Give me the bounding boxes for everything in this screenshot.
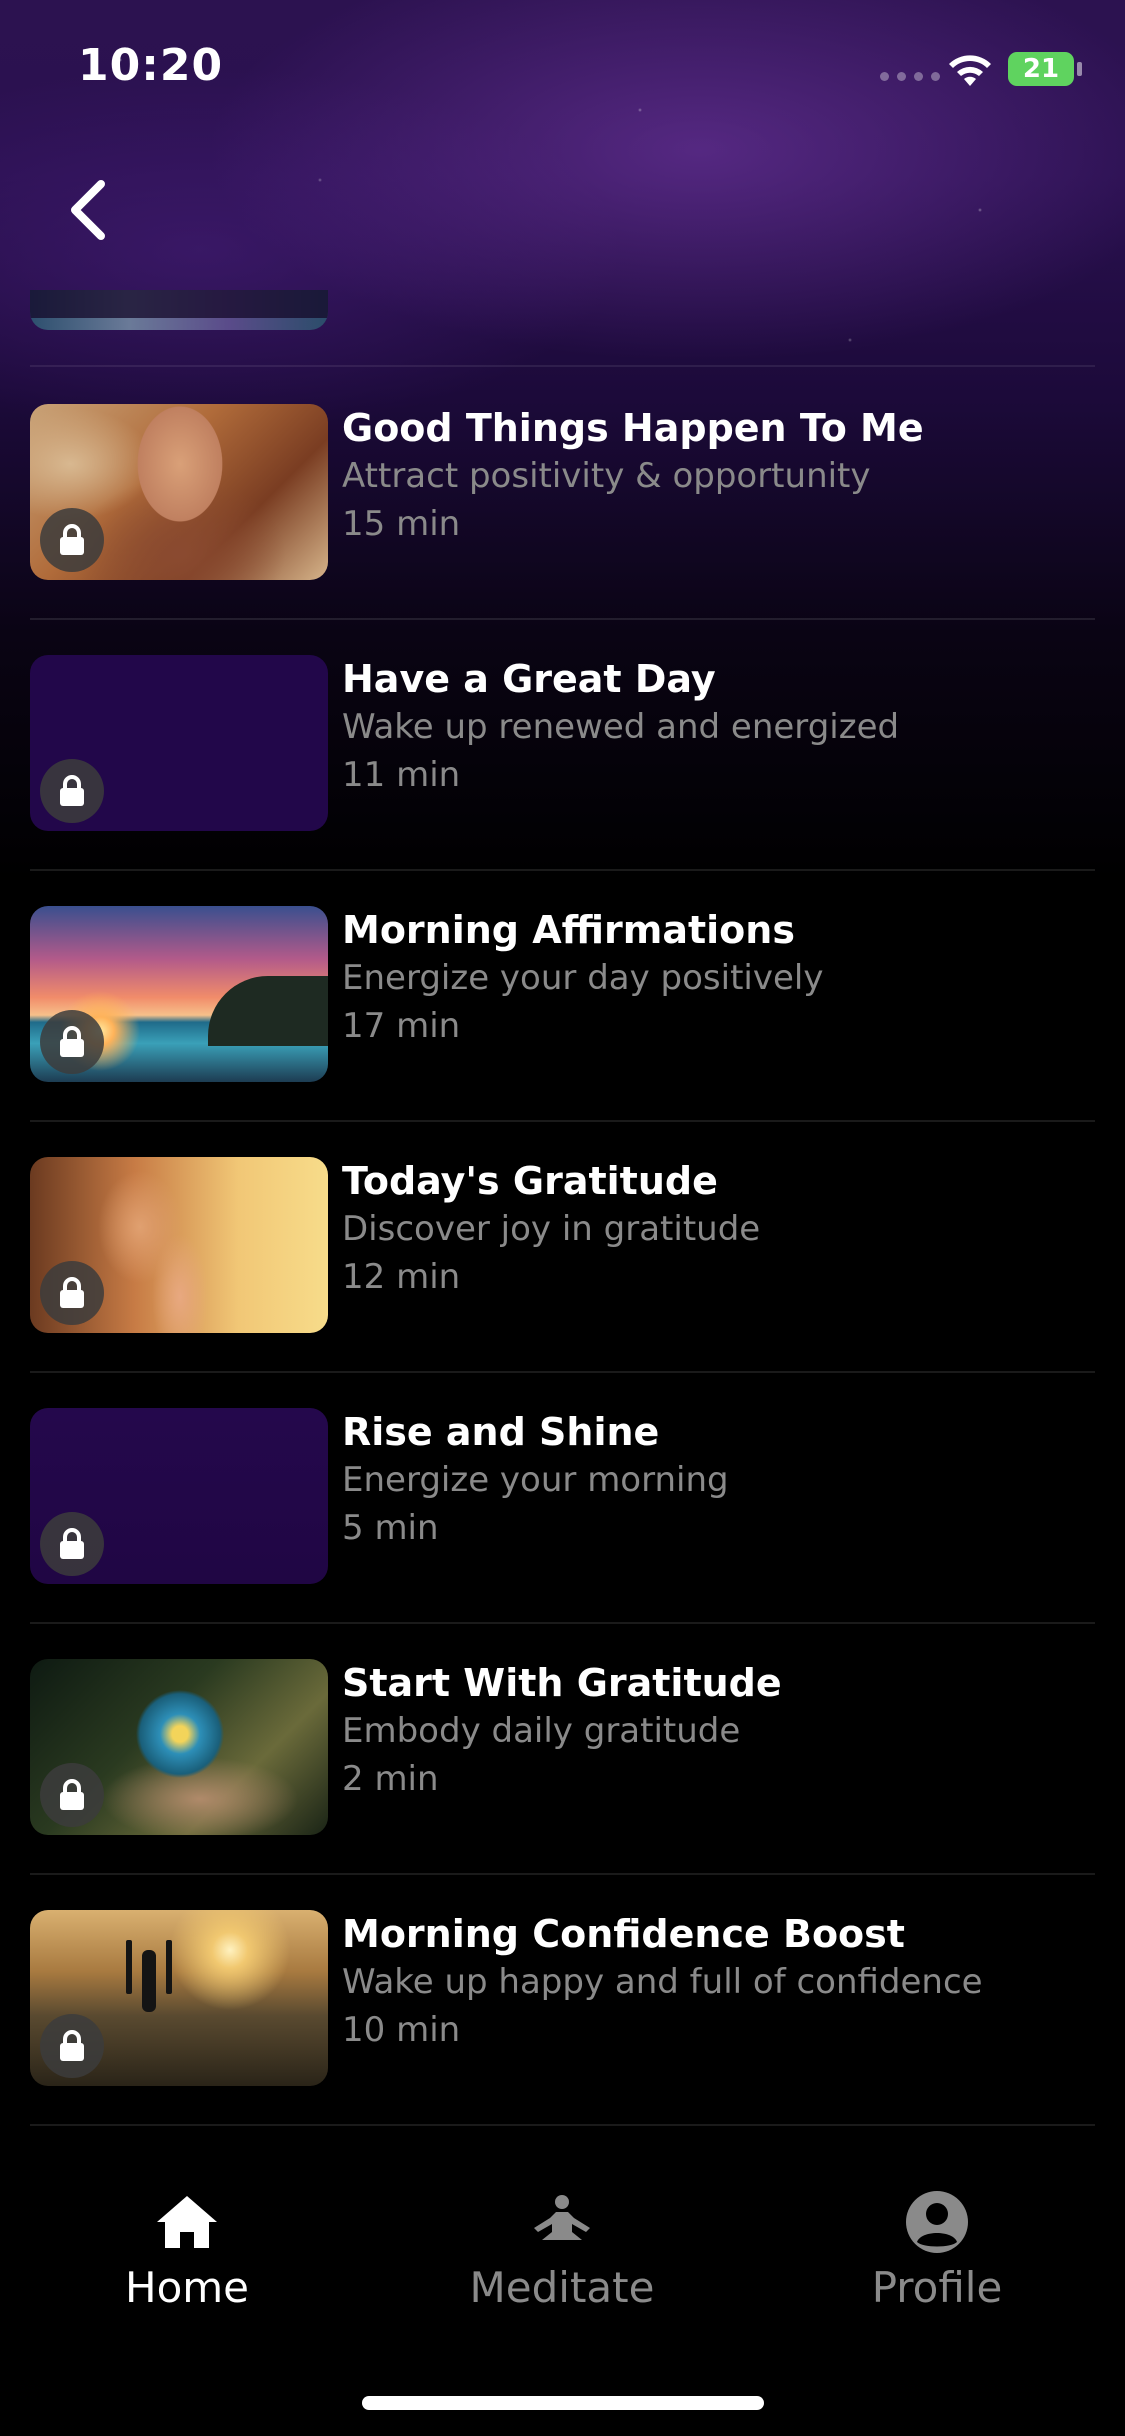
tab-label: Home [124, 2263, 250, 2312]
cellular-signal-icon [880, 72, 940, 81]
lock-icon [40, 759, 104, 823]
home-icon [157, 2196, 217, 2248]
session-subtitle: Wake up happy and full of confidence [342, 1962, 983, 2002]
lock-icon [40, 1261, 104, 1325]
profile-icon [906, 2191, 968, 2253]
session-duration: 11 min [342, 755, 461, 795]
lock-icon [40, 508, 104, 572]
session-thumbnail [30, 1659, 328, 1835]
session-duration: 10 min [342, 2010, 461, 2050]
session-thumbnail [30, 655, 328, 831]
previous-item-thumbnail[interactable] [30, 290, 328, 330]
session-thumbnail [30, 1408, 328, 1584]
home-indicator [362, 2396, 764, 2410]
list-divider [30, 869, 1095, 871]
battery-level: 21 [1022, 54, 1060, 84]
tab-bar: Home Meditate Profile [0, 2140, 1125, 2436]
session-subtitle: Energize your morning [342, 1460, 729, 1500]
session-title: Start With Gratitude [342, 1661, 782, 1705]
session-duration: 5 min [342, 1508, 439, 1548]
session-title: Good Things Happen To Me [342, 406, 924, 450]
status-bar: 10:20 21 [0, 0, 1125, 140]
session-title: Morning Confidence Boost [342, 1912, 905, 1956]
list-item[interactable]: Morning Affirmations Energize your day p… [30, 906, 1095, 1157]
lock-icon [40, 1010, 104, 1074]
session-title: Have a Great Day [342, 657, 716, 701]
list-item[interactable]: Morning Confidence Boost Wake up happy a… [30, 1910, 1095, 2161]
session-list: Good Things Happen To Me Attract positiv… [30, 404, 1095, 2161]
battery-cap [1077, 62, 1082, 76]
status-time: 10:20 [78, 40, 224, 91]
session-subtitle: Attract positivity & opportunity [342, 456, 871, 496]
lock-icon [40, 1763, 104, 1827]
session-title: Rise and Shine [342, 1410, 660, 1454]
list-divider [30, 1873, 1095, 1875]
session-title: Today's Gratitude [342, 1159, 718, 1203]
list-item[interactable]: Today's Gratitude Discover joy in gratit… [30, 1157, 1095, 1408]
session-thumbnail [30, 906, 328, 1082]
tab-label: Meditate [469, 2263, 655, 2312]
list-divider [30, 365, 1095, 367]
session-duration: 2 min [342, 1759, 439, 1799]
list-item[interactable]: Rise and Shine Energize your morning 5 m… [30, 1408, 1095, 1659]
list-divider [30, 2124, 1095, 2126]
list-divider [30, 1371, 1095, 1373]
session-thumbnail [30, 1910, 328, 2086]
session-subtitle: Discover joy in gratitude [342, 1209, 761, 1249]
wifi-icon [949, 55, 991, 86]
session-duration: 12 min [342, 1257, 461, 1297]
back-chevron-icon[interactable] [55, 170, 125, 250]
tab-label: Profile [871, 2263, 1003, 2312]
lock-icon [40, 2014, 104, 2078]
meditate-icon [534, 2195, 590, 2240]
list-item[interactable]: Good Things Happen To Me Attract positiv… [30, 404, 1095, 655]
session-subtitle: Embody daily gratitude [342, 1711, 741, 1751]
session-subtitle: Wake up renewed and energized [342, 707, 900, 747]
session-thumbnail [30, 404, 328, 580]
list-divider [30, 618, 1095, 620]
list-item[interactable]: Start With Gratitude Embody daily gratit… [30, 1659, 1095, 1910]
session-title: Morning Affirmations [342, 908, 795, 952]
list-item[interactable]: Have a Great Day Wake up renewed and ene… [30, 655, 1095, 906]
list-divider [30, 1120, 1095, 1122]
session-duration: 15 min [342, 504, 461, 544]
session-duration: 17 min [342, 1006, 461, 1046]
list-divider [30, 1622, 1095, 1624]
session-thumbnail [30, 1157, 328, 1333]
lock-icon [40, 1512, 104, 1576]
battery-icon: 21 [1008, 52, 1074, 86]
session-subtitle: Energize your day positively [342, 958, 824, 998]
